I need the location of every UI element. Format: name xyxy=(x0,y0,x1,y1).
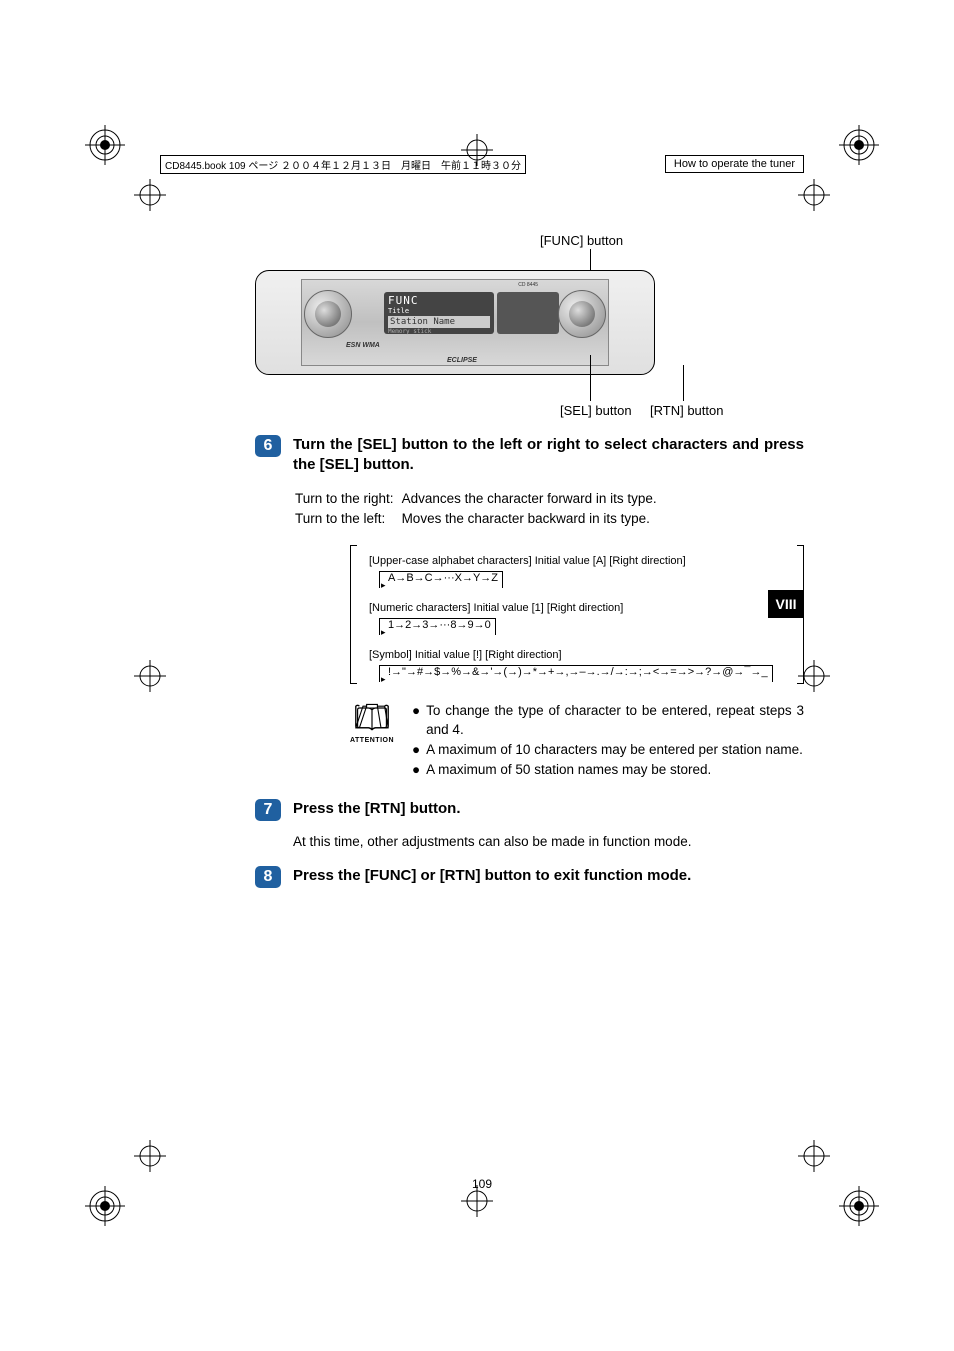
volume-knob xyxy=(304,290,352,338)
char-group-numeric: [Numeric characters] Initial value [1] [… xyxy=(369,602,783,631)
step-7-sub: At this time, other adjustments can also… xyxy=(293,833,804,852)
callout-line xyxy=(590,355,591,401)
step-7-title: Press the [RTN] button. xyxy=(293,799,804,819)
step-6-sub: Turn to the right:Advances the character… xyxy=(293,488,804,532)
callout-line xyxy=(683,365,684,401)
attention-label: ATTENTION xyxy=(350,737,394,744)
crop-mark xyxy=(839,1186,879,1226)
model-label: CD 8445 xyxy=(518,282,538,288)
crop-mark xyxy=(85,125,125,165)
callout-func: [FUNC] button xyxy=(540,233,623,248)
callout-rtn: [RTN] button xyxy=(650,403,723,418)
turn-left-text: Moves the character backward in its type… xyxy=(402,510,663,529)
step-number-8: 8 xyxy=(255,866,281,888)
character-table: [Upper-case alphabet characters] Initial… xyxy=(350,545,804,684)
crop-mark xyxy=(85,1186,125,1226)
display-line3: Station Name xyxy=(388,316,490,328)
step-8-title: Press the [FUNC] or [RTN] button to exit… xyxy=(293,866,804,886)
char-symbol-header: [Symbol] Initial value [!] [Right direct… xyxy=(369,649,783,661)
char-upper-seq: A→B→C→···X→Y→Z xyxy=(379,571,503,584)
callout-sel: [SEL] button xyxy=(560,403,632,418)
device-faceplate: FUNC Title Station Name Memory stick CD … xyxy=(255,270,655,375)
section-tab: VIII xyxy=(768,590,804,618)
display-line4: Memory stick xyxy=(388,328,490,335)
attention-icon: ATTENTION xyxy=(350,702,394,744)
step-number-7: 7 xyxy=(255,799,281,821)
char-numeric-seq: 1→2→3→···8→9→0 xyxy=(379,618,496,631)
attention-block: ATTENTION ●To change the type of charact… xyxy=(350,702,804,781)
step-8: 8 Press the [FUNC] or [RTN] button to ex… xyxy=(255,866,804,888)
char-group-upper: [Upper-case alphabet characters] Initial… xyxy=(369,555,783,584)
attention-item-1: To change the type of character to be en… xyxy=(426,702,804,738)
step-6-title: Turn the [SEL] button to the left or rig… xyxy=(293,435,804,476)
esn-label: ESN WMA xyxy=(346,342,380,349)
display-line2: Title xyxy=(388,307,490,315)
book-header: CD8445.book 109 ページ ２００４年１２月１３日 月曜日 午前１１… xyxy=(160,155,526,174)
device-display: FUNC Title Station Name Memory stick xyxy=(384,292,494,334)
page-number: 109 xyxy=(160,1177,804,1191)
section-title: How to operate the tuner xyxy=(665,155,804,173)
char-symbol-seq: !→"→#→$→%→&→'→(→)→*→+→,→–→.→/→:→;→<→=→>→… xyxy=(379,665,773,678)
turn-right-text: Advances the character forward in its ty… xyxy=(402,490,663,509)
char-group-symbol: [Symbol] Initial value [!] [Right direct… xyxy=(369,649,783,678)
display-line1: FUNC xyxy=(388,294,490,307)
display-secondary xyxy=(497,292,559,334)
attention-items: ●To change the type of character to be e… xyxy=(412,702,804,781)
char-upper-header: [Upper-case alphabet characters] Initial… xyxy=(369,555,783,567)
attention-item-3: A maximum of 50 station names may be sto… xyxy=(426,761,804,779)
turn-left-label: Turn to the left: xyxy=(295,510,400,529)
char-numeric-header: [Numeric characters] Initial value [1] [… xyxy=(369,602,783,614)
eclipse-label: ECLIPSE xyxy=(447,357,477,364)
crop-mark xyxy=(839,125,879,165)
turn-right-label: Turn to the right: xyxy=(295,490,400,509)
step-7: 7 Press the [RTN] button. xyxy=(255,799,804,821)
step-number-6: 6 xyxy=(255,435,281,457)
step-6: 6 Turn the [SEL] button to the left or r… xyxy=(255,435,804,476)
attention-item-2: A maximum of 10 characters may be entere… xyxy=(426,741,804,759)
sel-knob xyxy=(558,290,606,338)
